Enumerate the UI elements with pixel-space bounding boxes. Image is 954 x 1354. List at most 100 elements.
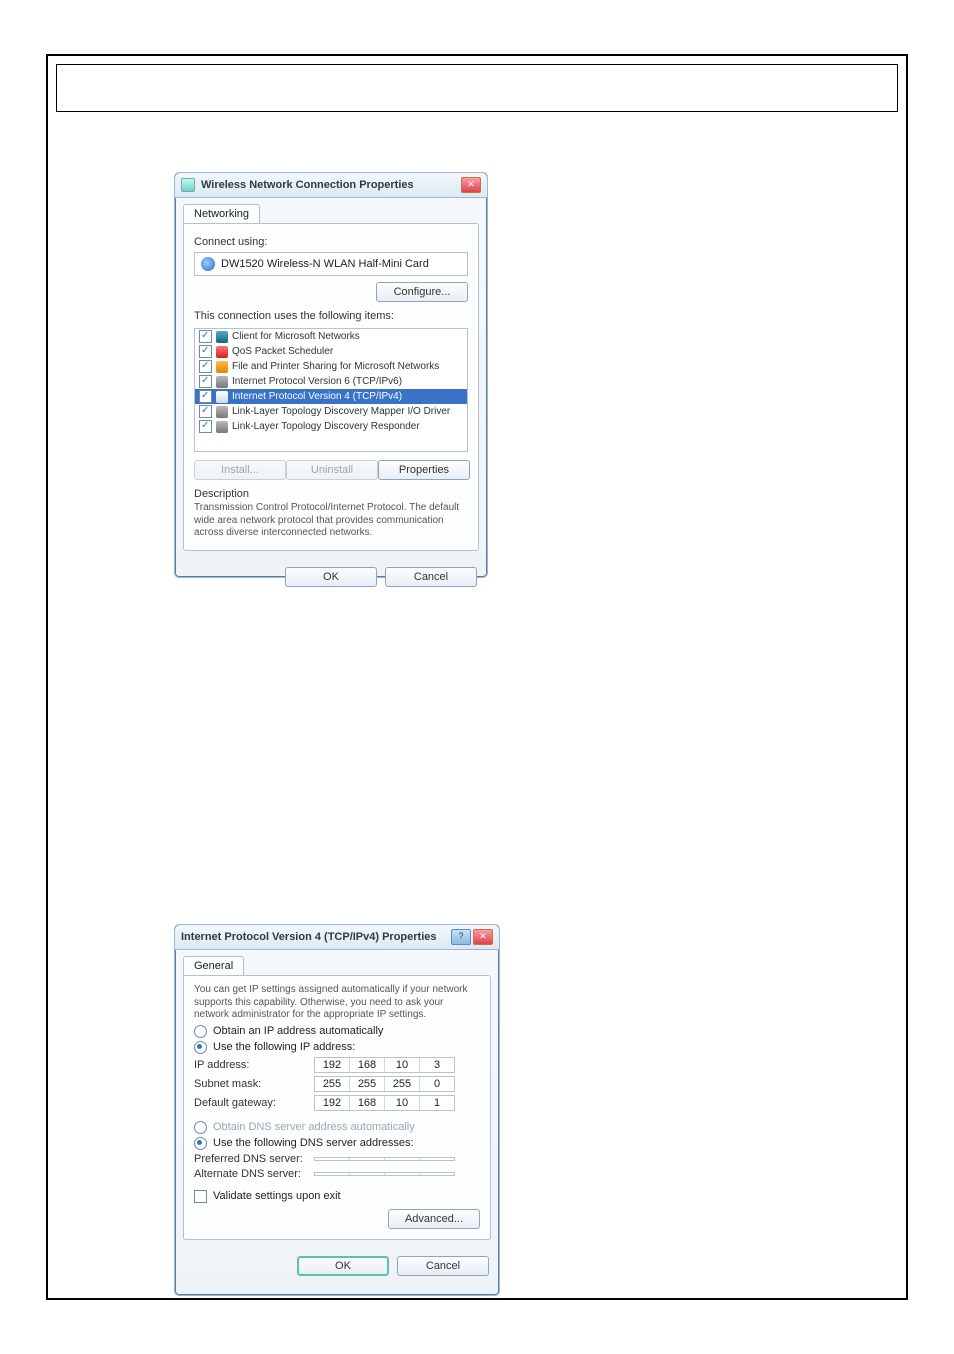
checkbox-icon[interactable]	[199, 345, 212, 358]
subnet-mask-field[interactable]: 2552552550	[314, 1076, 455, 1092]
radio-bullet-icon	[194, 1137, 207, 1150]
item-label: Internet Protocol Version 6 (TCP/IPv6)	[232, 376, 402, 387]
checkbox-icon[interactable]	[199, 330, 212, 343]
alternate-dns-label: Alternate DNS server:	[194, 1168, 314, 1180]
ip-octet[interactable]: 255	[350, 1077, 385, 1091]
ip-octet[interactable]	[385, 1173, 420, 1175]
tab-panel: You can get IP settings assigned automat…	[183, 975, 491, 1240]
radio-bullet-icon	[194, 1041, 207, 1054]
description-text: Transmission Control Protocol/Internet P…	[194, 502, 468, 540]
install-button[interactable]: Install...	[194, 460, 286, 480]
advanced-button[interactable]: Advanced...	[388, 1209, 480, 1229]
item-label: File and Printer Sharing for Microsoft N…	[232, 361, 439, 372]
tab-general[interactable]: General	[183, 956, 244, 975]
tab-networking[interactable]: Networking	[183, 204, 260, 223]
configure-button[interactable]: Configure...	[376, 282, 468, 302]
ip-octet[interactable]: 192	[315, 1096, 350, 1110]
alternate-dns-field[interactable]	[314, 1172, 455, 1176]
close-icon[interactable]: ✕	[473, 929, 493, 945]
preferred-dns-field[interactable]	[314, 1157, 455, 1161]
checkbox-icon[interactable]	[199, 405, 212, 418]
radio-obtain-dns-auto: Obtain DNS server address automatically	[194, 1121, 480, 1134]
properties-button[interactable]: Properties	[378, 460, 470, 480]
ip-octet[interactable]: 255	[385, 1077, 420, 1091]
component-icon	[216, 406, 228, 418]
connection-items-list[interactable]: Client for Microsoft Networks QoS Packet …	[194, 328, 468, 452]
ip-octet[interactable]	[385, 1158, 420, 1160]
ip-octet[interactable]: 1	[420, 1096, 454, 1110]
ok-button[interactable]: OK	[297, 1256, 389, 1276]
ip-octet[interactable]: 192	[315, 1058, 350, 1072]
ok-button[interactable]: OK	[285, 567, 377, 587]
checkbox-icon[interactable]	[199, 390, 212, 403]
page-outer-frame: Wireless Network Connection Properties ✕…	[46, 54, 908, 1300]
checkbox-icon[interactable]	[199, 420, 212, 433]
checkbox-label: Validate settings upon exit	[213, 1190, 341, 1202]
ip-octet[interactable]	[315, 1173, 350, 1175]
component-icon	[216, 421, 228, 433]
item-label: QoS Packet Scheduler	[232, 346, 333, 357]
description-head: Description	[194, 488, 468, 500]
wireless-connection-properties-dialog: Wireless Network Connection Properties ✕…	[174, 172, 488, 578]
ip-octet[interactable]: 168	[350, 1096, 385, 1110]
radio-obtain-ip-auto[interactable]: Obtain an IP address automatically	[194, 1025, 480, 1038]
list-item[interactable]: QoS Packet Scheduler	[195, 344, 467, 359]
close-icon[interactable]: ✕	[461, 177, 481, 193]
list-item[interactable]: Internet Protocol Version 4 (TCP/IPv4)	[195, 389, 467, 404]
radio-use-following-dns[interactable]: Use the following DNS server addresses:	[194, 1137, 480, 1150]
ip-octet[interactable]: 168	[350, 1058, 385, 1072]
list-item[interactable]: Internet Protocol Version 6 (TCP/IPv6)	[195, 374, 467, 389]
ip-octet[interactable]	[420, 1173, 454, 1175]
radio-label: Use the following IP address:	[213, 1041, 355, 1053]
list-item[interactable]: File and Printer Sharing for Microsoft N…	[195, 359, 467, 374]
ip-address-label: IP address:	[194, 1059, 314, 1071]
component-icon	[216, 391, 228, 403]
ip-octet[interactable]: 3	[420, 1058, 454, 1072]
preferred-dns-label: Preferred DNS server:	[194, 1153, 314, 1165]
help-icon[interactable]: ?	[451, 929, 471, 945]
adapter-icon	[201, 257, 215, 271]
connect-using-label: Connect using:	[194, 236, 468, 248]
ip-octet[interactable]	[350, 1173, 385, 1175]
ip-octet[interactable]: 10	[385, 1058, 420, 1072]
network-icon	[181, 178, 195, 192]
component-icon	[216, 346, 228, 358]
radio-bullet-icon	[194, 1121, 207, 1134]
validate-settings-checkbox[interactable]: Validate settings upon exit	[194, 1190, 480, 1203]
items-label: This connection uses the following items…	[194, 310, 468, 322]
ip-octet[interactable]: 255	[315, 1077, 350, 1091]
checkbox-icon	[194, 1190, 207, 1203]
intro-text: You can get IP settings assigned automat…	[194, 984, 480, 1022]
item-label: Link-Layer Topology Discovery Mapper I/O…	[232, 406, 450, 417]
titlebar[interactable]: Wireless Network Connection Properties ✕	[175, 173, 487, 198]
ip-octet[interactable]	[350, 1158, 385, 1160]
radio-use-following-ip[interactable]: Use the following IP address:	[194, 1041, 480, 1054]
ipv4-properties-dialog: Internet Protocol Version 4 (TCP/IPv4) P…	[174, 924, 500, 1296]
cancel-button[interactable]: Cancel	[385, 567, 477, 587]
subnet-mask-label: Subnet mask:	[194, 1078, 314, 1090]
ip-octet[interactable]: 10	[385, 1096, 420, 1110]
default-gateway-field[interactable]: 192168101	[314, 1095, 455, 1111]
list-item[interactable]: Client for Microsoft Networks	[195, 329, 467, 344]
adapter-field: DW1520 Wireless-N WLAN Half-Mini Card	[194, 252, 468, 276]
component-icon	[216, 361, 228, 373]
uninstall-button: Uninstall	[286, 460, 378, 480]
dialog-title: Internet Protocol Version 4 (TCP/IPv4) P…	[181, 931, 451, 943]
item-label: Client for Microsoft Networks	[232, 331, 360, 342]
list-item[interactable]: Link-Layer Topology Discovery Responder	[195, 419, 467, 434]
titlebar[interactable]: Internet Protocol Version 4 (TCP/IPv4) P…	[175, 925, 499, 950]
ip-octet[interactable]	[420, 1158, 454, 1160]
ip-octet[interactable]: 0	[420, 1077, 454, 1091]
ip-octet[interactable]	[315, 1158, 350, 1160]
checkbox-icon[interactable]	[199, 375, 212, 388]
checkbox-icon[interactable]	[199, 360, 212, 373]
ip-address-field[interactable]: 192168103	[314, 1057, 455, 1073]
item-label: Internet Protocol Version 4 (TCP/IPv4)	[232, 391, 402, 402]
cancel-button[interactable]: Cancel	[397, 1256, 489, 1276]
description-box: Description Transmission Control Protoco…	[194, 488, 468, 540]
radio-label: Obtain DNS server address automatically	[213, 1121, 415, 1133]
dialog-title: Wireless Network Connection Properties	[201, 179, 461, 191]
list-item[interactable]: Link-Layer Topology Discovery Mapper I/O…	[195, 404, 467, 419]
adapter-name: DW1520 Wireless-N WLAN Half-Mini Card	[221, 258, 429, 270]
radio-bullet-icon	[194, 1025, 207, 1038]
